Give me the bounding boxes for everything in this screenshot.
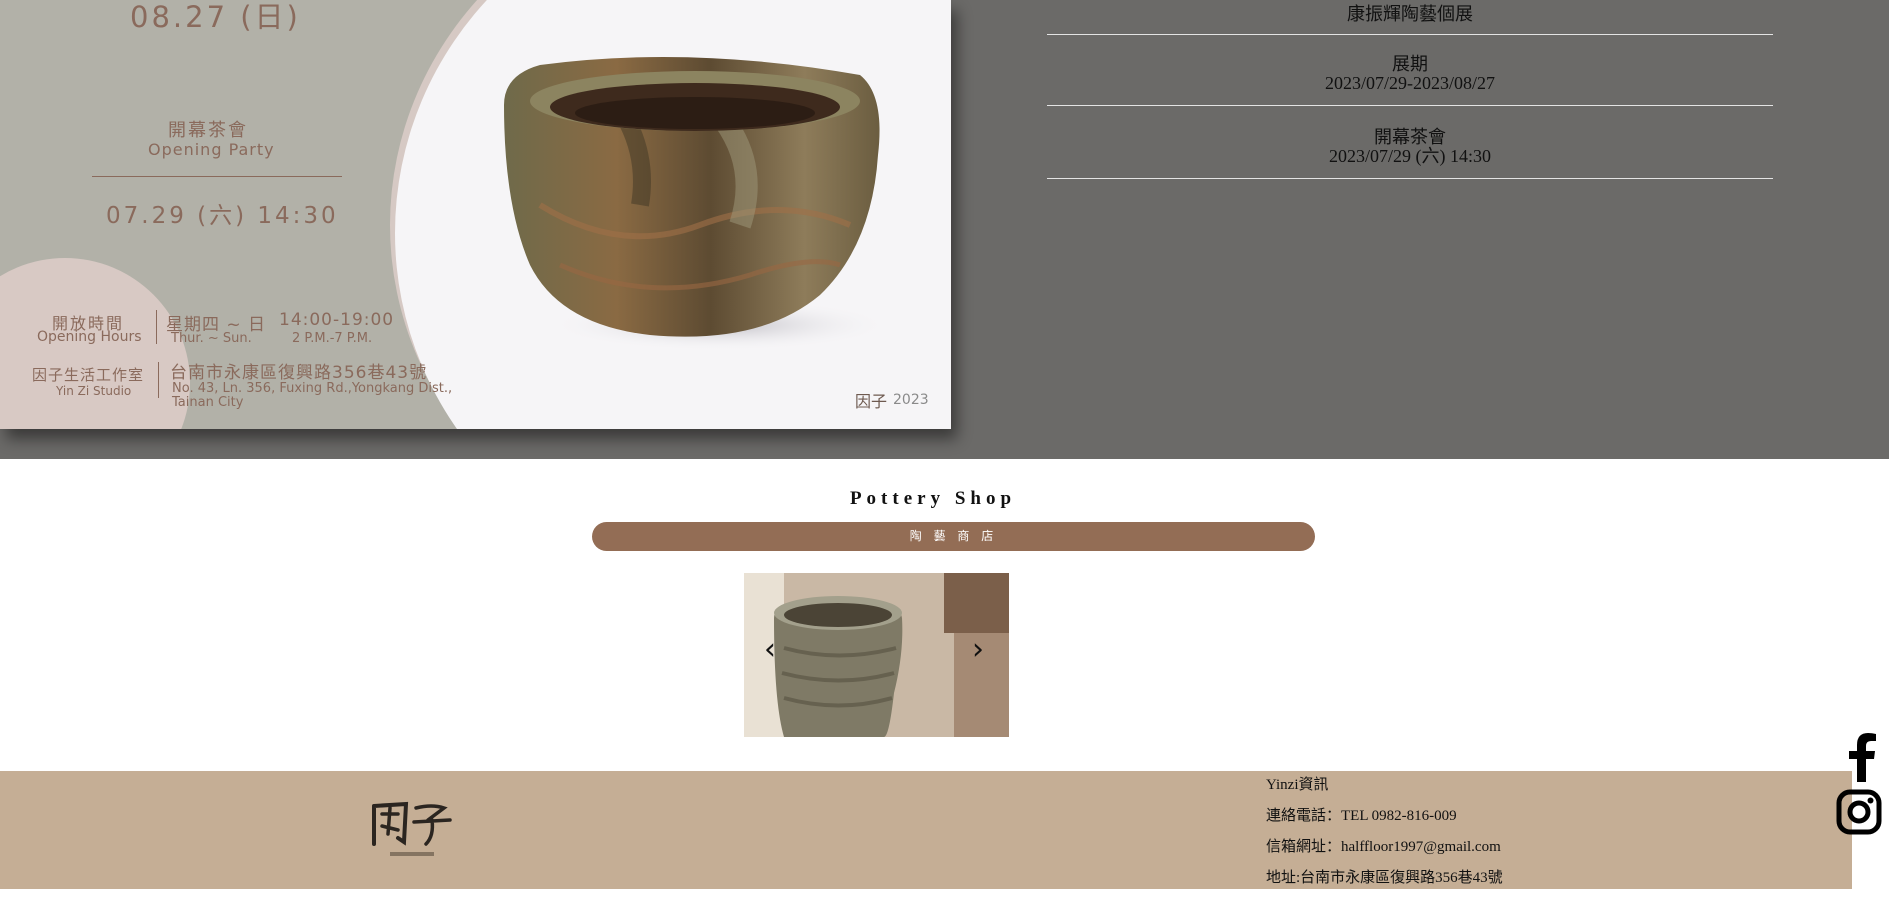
footer-logo[interactable] — [370, 800, 452, 862]
poster-time-en: 2 P.M.-7 P.M. — [292, 331, 373, 346]
poster-time-zh: 14:00-19:00 — [279, 310, 395, 330]
poster-studio-zh: 因子生活工作室 — [32, 366, 145, 384]
poster-address-zh: 台南市永康區復興路356巷43號 — [170, 363, 428, 383]
poster-year: 2023 — [893, 392, 929, 408]
tea-bowl-image — [500, 55, 890, 355]
party-label: 開幕茶會 — [1374, 127, 1446, 147]
opening-party-row: 開幕茶會 2023/07/29 (六) 14:30 — [1047, 106, 1773, 179]
footer-address: 地址:台南市永康區復興路356巷43號 — [1266, 870, 1503, 886]
exhibition-poster: 08.27 (日) 開幕茶會 Opening Party 07.29 (六) 1… — [0, 0, 951, 429]
exhibition-info-table: 康振輝陶藝個展 展期 2023/07/29-2023/08/27 開幕茶會 20… — [1047, 0, 1773, 179]
exhibition-title: 康振輝陶藝個展 — [1347, 4, 1473, 24]
instagram-icon[interactable] — [1836, 789, 1882, 840]
footer-phone: 連絡電話：TEL 0982-816-009 — [1266, 808, 1457, 824]
poster-vbar — [156, 310, 157, 344]
poster-address-en: Tainan City — [172, 395, 244, 410]
footer-contact-info: Yinzi資訊 連絡電話：TEL 0982-816-009 信箱網址：halff… — [1266, 775, 1503, 899]
exhibition-period-row: 展期 2023/07/29-2023/08/27 — [1047, 35, 1773, 106]
party-value: 2023/07/29 (六) 14:30 — [1329, 146, 1491, 166]
poster-divider — [92, 176, 342, 177]
site-footer — [0, 771, 1852, 889]
poster-party-date: 07.29 (六) 14:30 — [106, 203, 339, 229]
footer-heading: Yinzi資訊 — [1266, 777, 1329, 793]
poster-hours-en: Opening Hours — [37, 329, 142, 345]
poster-days-en: Thur. ~ Sun. — [171, 331, 252, 346]
poster-logo-icon: 因子 — [855, 392, 888, 411]
poster-party-zh: 開幕茶會 — [168, 120, 248, 141]
period-value: 2023/07/29-2023/08/27 — [1325, 73, 1495, 93]
poster-vbar — [158, 362, 159, 398]
poster-end-date: 08.27 (日) — [130, 0, 301, 34]
product-carousel: ‹ › — [744, 573, 1009, 737]
carousel-prev-button[interactable]: ‹ — [764, 635, 776, 665]
pottery-shop-button[interactable]: 陶 藝 商 店 — [592, 522, 1315, 551]
poster-studio-en: Yin Zi Studio — [56, 384, 132, 398]
period-label: 展期 — [1392, 54, 1428, 74]
product-image — [744, 573, 1009, 737]
poster-party-en: Opening Party — [148, 140, 275, 159]
poster-address-en: No. 43, Ln. 356, Fuxing Rd.,Yongkang Dis… — [172, 381, 453, 396]
pottery-shop-title: Pottery Shop — [849, 488, 1017, 509]
footer-email: 信箱網址：halffloor1997@gmail.com — [1266, 839, 1501, 855]
carousel-next-button[interactable]: › — [972, 635, 984, 665]
facebook-icon[interactable] — [1836, 732, 1884, 787]
exhibition-title-row: 康振輝陶藝個展 — [1047, 0, 1773, 35]
